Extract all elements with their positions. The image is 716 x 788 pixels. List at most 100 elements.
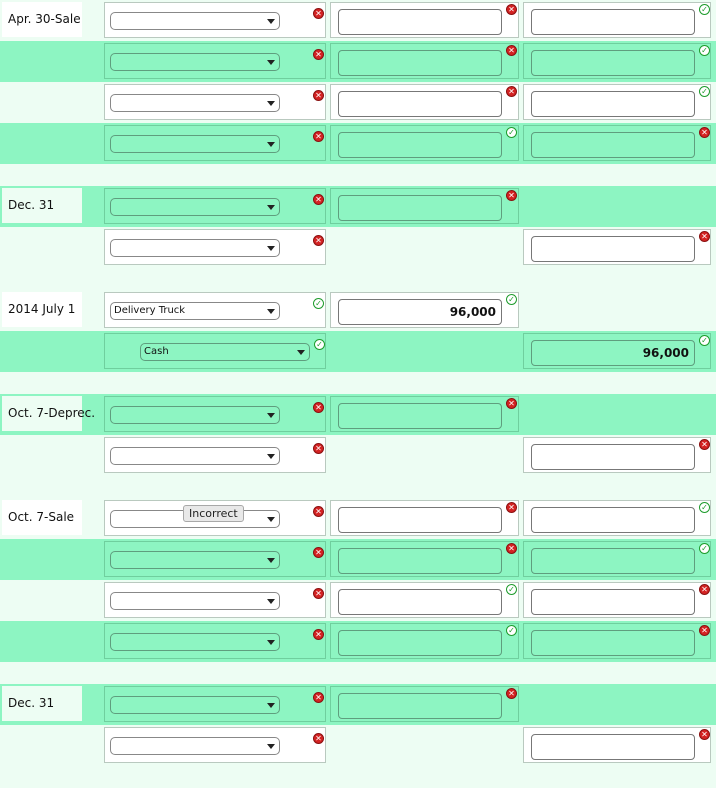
debit-error-icon: ✕: [506, 398, 517, 409]
credit-error-icon: ✕: [699, 231, 710, 242]
credit-input[interactable]: [531, 444, 695, 470]
account-cell: [104, 84, 326, 120]
account-error-icon: ✕: [313, 402, 324, 413]
debit-check-icon: ✓: [506, 625, 517, 636]
account-error-icon: ✕: [313, 194, 324, 205]
account-select[interactable]: Cash: [140, 343, 310, 361]
row-spacer: [0, 268, 716, 290]
debit-check-icon: ✓: [506, 584, 517, 595]
account-select[interactable]: Delivery Truck: [110, 302, 280, 320]
credit-input[interactable]: [531, 734, 695, 760]
debit-input[interactable]: [338, 91, 502, 117]
account-select[interactable]: [110, 53, 280, 71]
debit-cell: [330, 623, 519, 659]
credit-cell: [523, 229, 711, 265]
debit-cell: [330, 2, 519, 38]
account-select[interactable]: [110, 737, 280, 755]
credit-input[interactable]: [531, 50, 695, 76]
credit-input[interactable]: [531, 507, 695, 533]
debit-error-icon: ✕: [506, 190, 517, 201]
account-error-icon: ✕: [313, 588, 324, 599]
credit-cell: [523, 84, 711, 120]
account-cell: [104, 727, 326, 763]
credit-input[interactable]: [531, 91, 695, 117]
account-cell: [104, 582, 326, 618]
row-spacer: [0, 766, 716, 788]
credit-check-icon: ✓: [699, 86, 710, 97]
debit-input[interactable]: [338, 548, 502, 574]
account-cell: [104, 43, 326, 79]
debit-cell: [330, 686, 519, 722]
journal-row: Oct. 7-Sale ✕ ✕ ✓: [0, 498, 716, 539]
account-select[interactable]: [110, 592, 280, 610]
credit-check-icon: ✓: [699, 45, 710, 56]
debit-input[interactable]: 96,000: [338, 299, 502, 325]
account-select[interactable]: [110, 447, 280, 465]
credit-input[interactable]: [531, 236, 695, 262]
debit-input[interactable]: [338, 9, 502, 35]
credit-error-icon: ✕: [699, 729, 710, 740]
chevron-down-icon: [267, 19, 275, 24]
debit-input[interactable]: [338, 132, 502, 158]
debit-cell: [330, 582, 519, 618]
credit-input[interactable]: [531, 9, 695, 35]
chevron-down-icon: [267, 205, 275, 210]
journal-row: ✕ ✕: [0, 227, 716, 268]
credit-cell: [523, 623, 711, 659]
account-select[interactable]: [110, 135, 280, 153]
credit-cell: [523, 437, 711, 473]
credit-check-icon: ✓: [699, 4, 710, 15]
chevron-down-icon: [267, 454, 275, 459]
credit-error-icon: ✕: [699, 584, 710, 595]
chevron-down-icon: [267, 640, 275, 645]
entry-date: 2014 July 1: [2, 292, 82, 327]
account-select[interactable]: [110, 696, 280, 714]
entry-date: Dec. 31: [2, 188, 82, 223]
account-select[interactable]: [110, 406, 280, 424]
credit-check-icon: ✓: [699, 335, 710, 346]
account-cell: [104, 396, 326, 432]
journal-row: ✕ ✕ ✓: [0, 41, 716, 82]
debit-input[interactable]: [338, 630, 502, 656]
debit-cell: [330, 84, 519, 120]
credit-check-icon: ✓: [699, 543, 710, 554]
account-select[interactable]: [110, 198, 280, 216]
account-check-icon: ✓: [314, 339, 325, 350]
account-cell: [104, 2, 326, 38]
debit-input[interactable]: [338, 507, 502, 533]
debit-check-icon: ✓: [506, 127, 517, 138]
debit-cell: [330, 541, 519, 577]
account-cell: Cash: [104, 333, 326, 369]
credit-input[interactable]: [531, 132, 695, 158]
credit-input[interactable]: 96,000: [531, 340, 695, 366]
entry-date: Oct. 7-Sale: [2, 500, 82, 535]
account-select[interactable]: [110, 633, 280, 651]
row-spacer: [0, 372, 716, 394]
credit-input[interactable]: [531, 630, 695, 656]
debit-error-icon: ✕: [506, 45, 517, 56]
account-select[interactable]: [110, 551, 280, 569]
journal-row: ✕ ✕ ✓: [0, 82, 716, 123]
chevron-down-icon: [267, 60, 275, 65]
credit-input[interactable]: [531, 589, 695, 615]
debit-cell: [330, 43, 519, 79]
account-cell: [104, 229, 326, 265]
journal-row: ✕ ✕: [0, 725, 716, 766]
debit-input[interactable]: [338, 403, 502, 429]
credit-input[interactable]: [531, 548, 695, 574]
journal-row: ✕ ✕: [0, 435, 716, 476]
journal-entry-sheet: Apr. 30-Sale ✕ ✕ ✓ ✕ ✕ ✓ ✕ ✕ ✓ ✕ ✓ ✕ Dec. 31 ✕ ✕ ✕ ✕ 2014 …: [0, 0, 716, 788]
debit-input[interactable]: [338, 589, 502, 615]
account-select[interactable]: [110, 94, 280, 112]
debit-input[interactable]: [338, 195, 502, 221]
debit-input[interactable]: [338, 50, 502, 76]
account-error-icon: ✕: [313, 506, 324, 517]
account-select[interactable]: [110, 239, 280, 257]
journal-row: Dec. 31 ✕ ✕: [0, 684, 716, 725]
entry-date: Apr. 30-Sale: [2, 2, 82, 37]
account-cell: [104, 437, 326, 473]
journal-row: Dec. 31 ✕ ✕: [0, 186, 716, 227]
account-select[interactable]: [110, 12, 280, 30]
debit-input[interactable]: [338, 693, 502, 719]
credit-error-icon: ✕: [699, 127, 710, 138]
